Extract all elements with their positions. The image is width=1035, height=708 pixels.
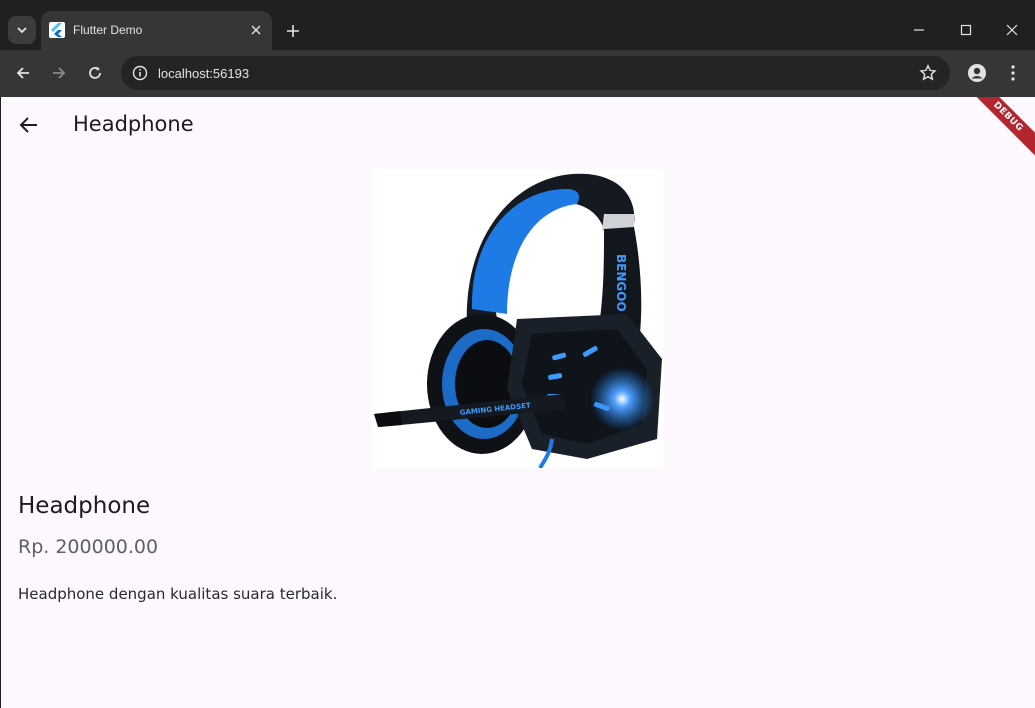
maximize-icon[interactable] [954, 18, 978, 42]
browser-tab[interactable]: Flutter Demo [41, 11, 272, 50]
brand-text: BENGOO [614, 254, 628, 312]
close-window-icon[interactable] [1000, 18, 1024, 42]
kebab-menu-icon[interactable] [1001, 61, 1025, 85]
close-tab-icon[interactable] [247, 21, 265, 39]
page-title: Headphone [73, 112, 194, 136]
product-description: Headphone dengan kualitas suara terbaik. [18, 585, 338, 603]
back-nav-icon[interactable] [11, 61, 35, 85]
browser-tab-bar: Flutter Demo [0, 0, 1035, 50]
chevron-down-icon [17, 27, 27, 34]
flutter-icon [49, 22, 65, 38]
reload-icon[interactable] [83, 61, 107, 85]
product-name: Headphone [18, 493, 151, 519]
address-bar[interactable]: localhost:56193 [121, 56, 950, 90]
product-price: Rp. 200000.00 [18, 536, 159, 558]
profile-icon[interactable] [965, 61, 989, 85]
browser-toolbar: localhost:56193 [0, 50, 1035, 97]
app-viewport: Headphone DEBUG BENGOO GAMING HEADSET He… [1, 97, 1035, 708]
site-info-icon[interactable] [129, 62, 151, 84]
back-arrow-icon[interactable] [13, 109, 45, 141]
url-text[interactable]: localhost:56193 [158, 66, 249, 81]
app-bar: Headphone [1, 97, 1035, 153]
new-tab-icon[interactable] [281, 19, 305, 43]
headphone-image: BENGOO GAMING HEADSET [372, 169, 664, 470]
bookmark-star-icon[interactable] [918, 63, 938, 83]
minimize-icon[interactable] [907, 18, 931, 42]
forward-nav-icon[interactable] [47, 61, 71, 85]
tab-search-button[interactable] [8, 16, 36, 44]
tab-title: Flutter Demo [73, 23, 143, 37]
